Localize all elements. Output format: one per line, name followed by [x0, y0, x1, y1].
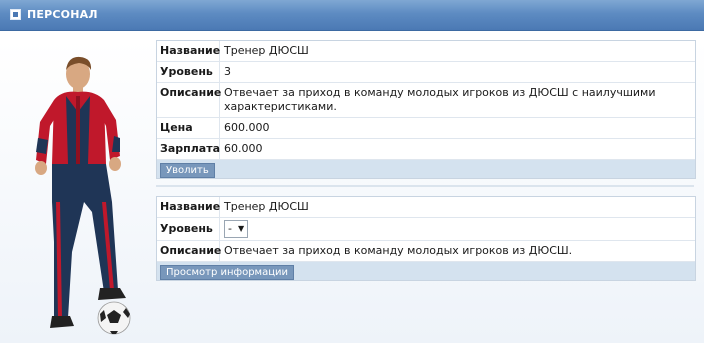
row-label: Цена	[157, 118, 220, 138]
fire-button[interactable]: Уволить	[160, 163, 215, 178]
row-label: Описание	[157, 83, 221, 117]
chevron-down-icon: ▼	[237, 224, 245, 233]
card-footer: Уволить	[157, 160, 695, 178]
staff-icon	[10, 9, 21, 20]
info-row-salary: Зарплата 60.000	[157, 139, 695, 160]
info-row-name: Название Тренер ДЮСШ	[157, 197, 695, 218]
info-row-level: Уровень 3	[157, 62, 695, 83]
row-value: Тренер ДЮСШ	[224, 44, 309, 57]
info-row-description: Описание Отвечает за приход в команду мо…	[157, 241, 695, 262]
coach-with-ball-illustration	[35, 56, 131, 335]
row-label: Зарплата	[157, 139, 220, 159]
row-value: - ▼	[220, 218, 695, 240]
row-value: 3	[224, 65, 231, 78]
page-title: ПЕРСОНАЛ	[27, 8, 98, 21]
level-select-value: -	[228, 222, 232, 235]
info-row-name: Название Тренер ДЮСШ	[157, 41, 695, 62]
row-value: Тренер ДЮСШ	[224, 200, 309, 213]
row-value: Отвечает за приход в команду молодых игр…	[224, 86, 656, 113]
info-row-price: Цена 600.000	[157, 118, 695, 139]
info-row-description: Описание Отвечает за приход в команду мо…	[157, 83, 695, 118]
row-label: Описание	[157, 241, 221, 261]
row-label: Название	[157, 41, 220, 61]
row-label: Название	[157, 197, 220, 217]
row-label: Уровень	[157, 62, 220, 82]
available-staff-card: Название Тренер ДЮСШ Уровень - ▼ Описани…	[156, 196, 696, 281]
row-value: Отвечает за приход в команду молодых игр…	[224, 244, 573, 257]
info-row-level: Уровень - ▼	[157, 218, 695, 241]
row-value: 60.000	[224, 142, 263, 155]
level-select[interactable]: - ▼	[224, 220, 249, 238]
row-value: 600.000	[224, 121, 270, 134]
row-label: Уровень	[157, 218, 220, 240]
panel-header: ПЕРСОНАЛ	[0, 0, 704, 31]
current-staff-card: Название Тренер ДЮСШ Уровень 3 Описание …	[156, 40, 696, 179]
staff-panel: ПЕРСОНАЛ Название Тренер ДЮСШ Уровень 3 …	[0, 0, 704, 343]
divider	[156, 185, 694, 187]
card-footer: Просмотр информации	[157, 262, 695, 280]
view-info-button[interactable]: Просмотр информации	[160, 265, 295, 280]
